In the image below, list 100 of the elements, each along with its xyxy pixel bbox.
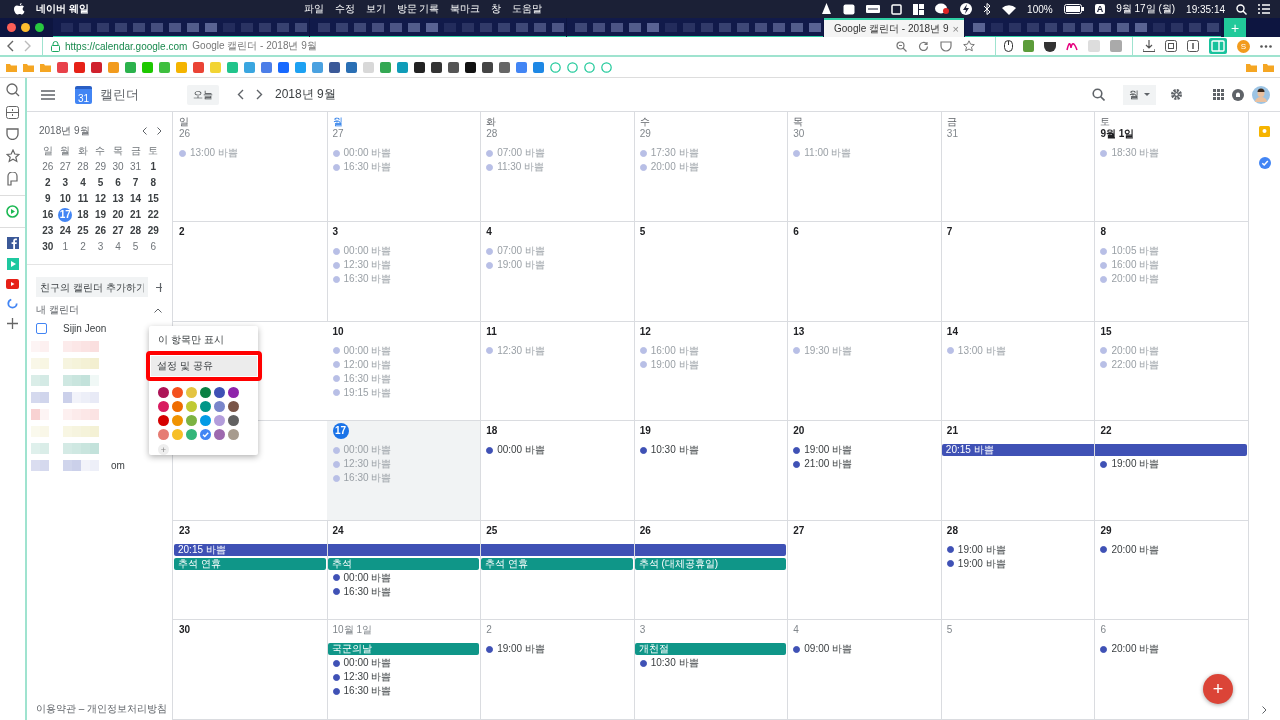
mini-calendar-day[interactable]: 13	[111, 192, 126, 206]
mini-calendar-day[interactable]: 1	[146, 160, 161, 174]
next-icon[interactable]	[256, 89, 263, 100]
apple-icon[interactable]	[14, 3, 25, 15]
menu-item[interactable]: 방문 기록	[396, 2, 440, 16]
menu-item[interactable]: 파일	[303, 2, 324, 16]
download-icon[interactable]	[1143, 40, 1155, 52]
color-swatch[interactable]	[200, 415, 211, 426]
bookmark-icon[interactable]	[414, 61, 425, 73]
calendar-checkbox[interactable]	[36, 323, 47, 334]
mini-calendar-day[interactable]: 17	[58, 208, 73, 222]
event[interactable]: 00:00 바쁨	[326, 656, 481, 671]
blurred-tab[interactable]	[310, 18, 566, 37]
mini-calendar-day[interactable]: 11	[75, 192, 90, 206]
event[interactable]: 00:00 바쁨	[326, 570, 481, 585]
event-bar[interactable]: 추석 연휴	[481, 557, 633, 570]
mini-calendar-day[interactable]: 9	[40, 192, 55, 206]
mini-calendar-day[interactable]: 22	[146, 208, 161, 222]
mini-calendar-day[interactable]: 28	[128, 224, 143, 238]
minimize-window-button[interactable]	[21, 23, 30, 32]
event[interactable]: 19:00 바쁨	[1094, 457, 1248, 472]
cone-icon[interactable]	[821, 3, 833, 15]
color-swatch[interactable]	[158, 401, 169, 412]
event-bar[interactable]: 개천절	[634, 643, 787, 656]
mini-calendar-day[interactable]: 29	[93, 160, 108, 174]
reader-icon[interactable]	[1187, 40, 1199, 52]
mini-calendar-day[interactable]: 15	[146, 192, 161, 206]
google-icon[interactable]	[7, 298, 18, 309]
menu-item[interactable]: 창	[491, 2, 502, 16]
film-icon[interactable]	[866, 4, 881, 14]
footer-links[interactable]: 이용약관 – 개인정보처리방침	[27, 702, 172, 720]
bookmark-icon[interactable]	[431, 61, 442, 73]
event[interactable]: 00:00 바쁨	[480, 443, 634, 458]
mini-calendar-day[interactable]: 21	[128, 208, 143, 222]
color-swatch[interactable]	[158, 429, 169, 440]
color-swatch[interactable]	[214, 387, 225, 398]
mini-calendar-day[interactable]: 5	[93, 176, 108, 190]
browser-tab[interactable]: Google 캘린더 - 2018년 9 ×	[824, 18, 964, 37]
color-swatch[interactable]	[214, 401, 225, 412]
mini-calendar-day[interactable]: 27	[58, 160, 73, 174]
event[interactable]: 16:30 바쁨	[326, 684, 481, 699]
color-swatch[interactable]	[228, 387, 239, 398]
shield-icon[interactable]	[940, 40, 952, 52]
menu-item[interactable]: 도움말	[512, 2, 543, 16]
pocket-icon[interactable]	[1044, 40, 1056, 52]
event[interactable]: 10:30 바쁨	[633, 443, 788, 458]
event[interactable]: 21:00 바쁨	[787, 457, 941, 472]
wifi-icon[interactable]	[1002, 3, 1017, 15]
blurred-tab[interactable]	[965, 18, 1221, 37]
color-swatch[interactable]	[186, 401, 197, 412]
mini-calendar-day[interactable]: 1	[58, 240, 73, 254]
bolt-icon[interactable]	[960, 3, 973, 15]
settings-icon[interactable]	[1170, 88, 1183, 101]
color-swatch[interactable]	[214, 429, 225, 440]
mini-calendar-day[interactable]: 2	[40, 176, 55, 190]
color-swatch[interactable]	[200, 401, 211, 412]
event[interactable]: 10:30 바쁨	[633, 656, 788, 671]
collapse-icon[interactable]	[154, 307, 162, 313]
mini-calendar-day[interactable]: 4	[111, 240, 126, 254]
color-swatch[interactable]	[186, 429, 197, 440]
blurred-tab[interactable]	[53, 18, 309, 37]
capture-icon[interactable]	[1165, 40, 1177, 52]
mini-calendar-day[interactable]: 25	[75, 224, 90, 238]
mini-calendar-day[interactable]: 14	[128, 192, 143, 206]
event-bar[interactable]: 추석	[327, 557, 480, 570]
mini-calendar-day[interactable]: 24	[58, 224, 73, 238]
event[interactable]: 19:00 바쁨	[787, 443, 941, 458]
prev-icon[interactable]	[237, 89, 244, 100]
create-button[interactable]: +	[1203, 674, 1233, 704]
address-field[interactable]: https://calendar.google.com Google 캘린더 - 2018년 9월	[42, 37, 985, 55]
facebook-icon[interactable]	[6, 237, 19, 249]
mini-calendar-day[interactable]: 6	[111, 176, 126, 190]
close-window-button[interactable]	[7, 23, 16, 32]
more-icon[interactable]	[1260, 44, 1272, 48]
mini-calendar-day[interactable]: 3	[93, 240, 108, 254]
bookmark-icon[interactable]	[482, 61, 493, 73]
event[interactable]: 20:00 바쁨	[1094, 642, 1248, 657]
prev-month-icon[interactable]	[142, 127, 147, 135]
mini-calendar-day[interactable]: 20	[111, 208, 126, 222]
list-icon[interactable]	[1258, 4, 1270, 14]
reload-icon[interactable]	[918, 40, 929, 52]
color-swatch[interactable]	[172, 387, 183, 398]
event[interactable]: 19:00 바쁨	[940, 542, 1095, 557]
extension-icon[interactable]	[1066, 41, 1078, 51]
square-icon[interactable]	[891, 3, 903, 15]
event-bar[interactable]: 국군의날	[327, 643, 480, 656]
event[interactable]: 09:00 바쁨	[787, 642, 941, 657]
event-bar[interactable]: 추석 (대체공휴일)	[634, 557, 787, 570]
chevron-icon[interactable]	[1262, 706, 1267, 714]
menu-icon[interactable]	[41, 89, 55, 100]
search-icon[interactable]	[1092, 88, 1105, 101]
event-bar[interactable]: 20:15 바쁨	[941, 444, 1247, 457]
mini-calendar-day[interactable]: 6	[146, 240, 161, 254]
layout-icon[interactable]	[913, 3, 925, 15]
avatar[interactable]	[1252, 85, 1270, 104]
mini-calendar-day[interactable]: 31	[128, 160, 143, 174]
mini-calendar-day[interactable]: 29	[146, 224, 161, 238]
color-swatch[interactable]	[186, 387, 197, 398]
mini-calendar-day[interactable]: 7	[128, 176, 143, 190]
mouse-icon[interactable]	[1004, 40, 1013, 52]
